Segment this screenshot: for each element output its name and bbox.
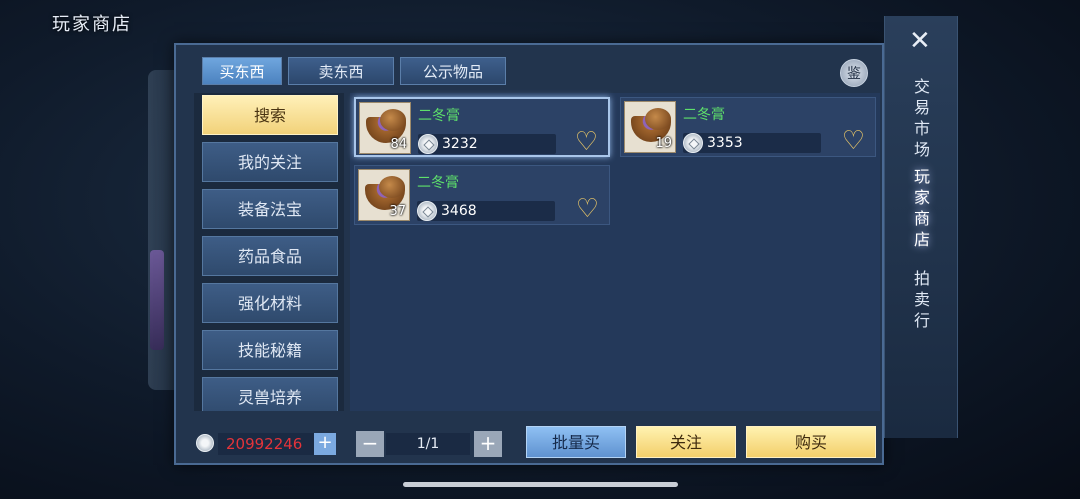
rail-item-trading-market[interactable]: 交 易 市 场 bbox=[910, 76, 934, 160]
item-card[interactable]: 84 二冬膏 3232 ♡ bbox=[354, 97, 610, 157]
item-name: 二冬膏 bbox=[418, 108, 460, 124]
buy-button[interactable]: 购买 bbox=[746, 426, 876, 458]
tab-sell[interactable]: 卖东西 bbox=[288, 57, 394, 85]
lid-icon bbox=[379, 176, 405, 198]
category-enhance-materials[interactable]: 强化材料 bbox=[202, 283, 338, 323]
price-bar: 3468 bbox=[417, 201, 555, 221]
item-card[interactable]: 37 二冬膏 3468 ♡ bbox=[354, 165, 610, 225]
rail-item-player-shop[interactable]: 玩 家 商 店 bbox=[910, 166, 934, 250]
price-bar: 3232 bbox=[418, 134, 556, 154]
category-equipment[interactable]: 装备法宝 bbox=[202, 189, 338, 229]
currency-balance: 20992246 bbox=[218, 433, 314, 455]
category-sidebar[interactable]: 搜索 我的关注 装备法宝 药品食品 强化材料 技能秘籍 灵兽培养 bbox=[194, 93, 344, 411]
category-medicine-food[interactable]: 药品食品 bbox=[202, 236, 338, 276]
item-quantity: 37 bbox=[389, 204, 406, 219]
item-thumbnail: 37 bbox=[358, 169, 410, 221]
page-next-button[interactable]: + bbox=[474, 431, 502, 457]
item-quantity: 19 bbox=[655, 136, 672, 151]
tab-bar: 买东西 卖东西 公示物品 bbox=[202, 57, 506, 85]
item-thumbnail: 19 bbox=[624, 101, 676, 153]
category-pet-training[interactable]: 灵兽培养 bbox=[202, 377, 338, 411]
lid-icon bbox=[380, 109, 406, 131]
page-indicator: 1/1 bbox=[386, 433, 470, 455]
item-grid: 84 二冬膏 3232 ♡ 19 二冬膏 3353 ♡ 37 二冬膏 3468 … bbox=[350, 93, 880, 411]
appraise-button[interactable]: 鉴 bbox=[840, 59, 868, 87]
add-currency-button[interactable]: + bbox=[314, 433, 336, 455]
heart-icon[interactable]: ♡ bbox=[575, 129, 598, 155]
heart-icon[interactable]: ♡ bbox=[842, 128, 865, 154]
shop-panel: 买东西 卖东西 公示物品 鉴 搜索 我的关注 装备法宝 药品食品 强化材料 技能… bbox=[174, 43, 884, 465]
close-icon[interactable]: ✕ bbox=[909, 26, 931, 56]
page-prev-button[interactable]: − bbox=[356, 431, 384, 457]
item-quantity: 84 bbox=[390, 137, 407, 152]
screen-title: 玩家商店 bbox=[52, 14, 132, 35]
side-rail: ✕ 交 易 市 场 玩 家 商 店 拍 卖 行 bbox=[884, 16, 958, 438]
coin-icon bbox=[683, 133, 703, 153]
item-price: 3353 bbox=[707, 135, 743, 151]
item-thumbnail: 84 bbox=[359, 102, 411, 154]
category-following[interactable]: 我的关注 bbox=[202, 142, 338, 182]
background-tassel bbox=[150, 250, 164, 350]
rail-item-auction-house[interactable]: 拍 卖 行 bbox=[910, 268, 934, 331]
heart-icon[interactable]: ♡ bbox=[576, 196, 599, 222]
item-price: 3232 bbox=[442, 136, 478, 152]
item-card[interactable]: 19 二冬膏 3353 ♡ bbox=[620, 97, 876, 157]
tab-public-items[interactable]: 公示物品 bbox=[400, 57, 506, 85]
item-price: 3468 bbox=[441, 203, 477, 219]
lid-icon bbox=[645, 108, 671, 130]
home-indicator[interactable] bbox=[403, 482, 678, 487]
footer-bar: 20992246 + − 1/1 + 批量买 关注 购买 bbox=[176, 425, 886, 465]
tab-buy[interactable]: 买东西 bbox=[202, 57, 282, 85]
bulk-buy-button[interactable]: 批量买 bbox=[526, 426, 626, 458]
coin-icon bbox=[417, 201, 437, 221]
category-search[interactable]: 搜索 bbox=[202, 95, 338, 135]
coin-icon bbox=[418, 134, 438, 154]
item-name: 二冬膏 bbox=[683, 107, 725, 123]
coin-icon bbox=[196, 434, 214, 452]
item-name: 二冬膏 bbox=[417, 175, 459, 191]
follow-button[interactable]: 关注 bbox=[636, 426, 736, 458]
price-bar: 3353 bbox=[683, 133, 821, 153]
category-skill-books[interactable]: 技能秘籍 bbox=[202, 330, 338, 370]
